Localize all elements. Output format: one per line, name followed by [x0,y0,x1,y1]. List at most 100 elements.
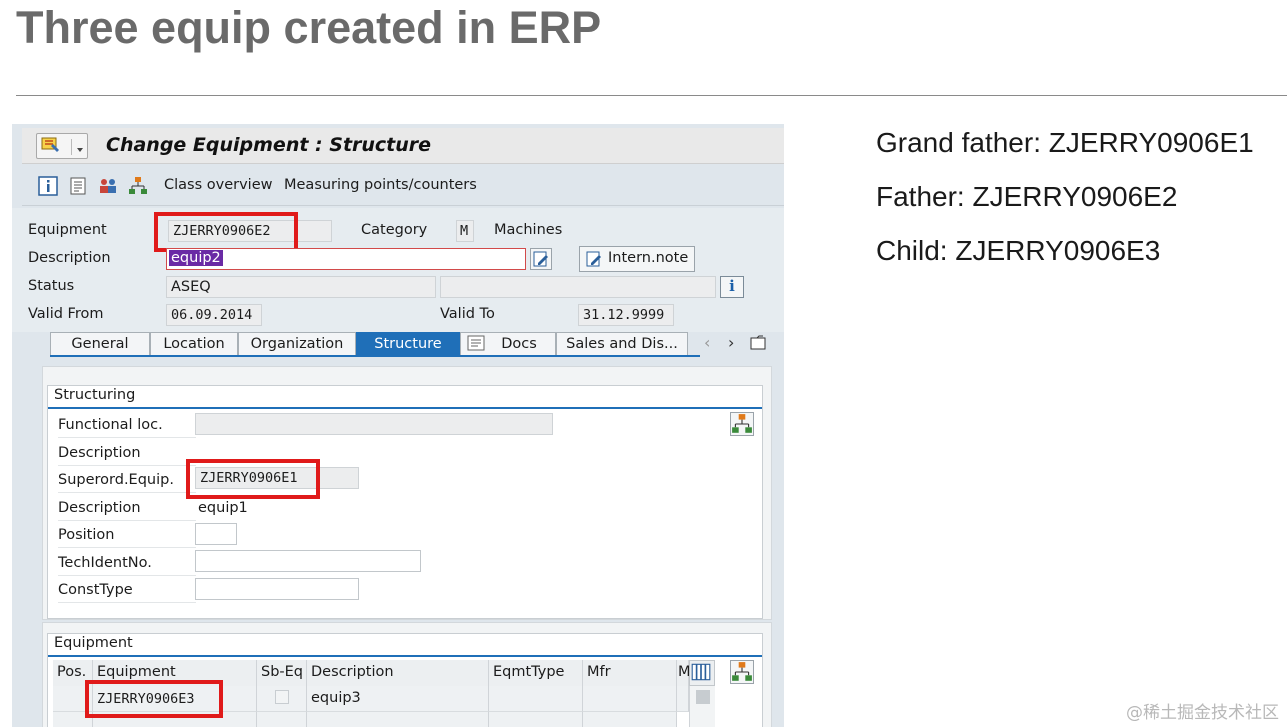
info-icon[interactable] [38,176,58,196]
tab-structure[interactable]: Structure [356,332,460,356]
hierarchy-icon [732,414,752,433]
table-row-m[interactable] [677,686,689,712]
info-icon: i [729,277,735,295]
equipment-group-divider [48,655,762,657]
position-label: Position [58,523,196,548]
scrollbar-thumb[interactable] [696,690,710,704]
table-row-empty[interactable] [257,712,307,727]
edit-text-icon [533,251,548,267]
tab-general[interactable]: General [50,332,150,356]
note-icon [586,251,601,267]
status-info-button[interactable]: i [720,276,744,298]
equipment-panel: Equipment Pos. Equipment Sb-Eq Descripti… [42,622,772,727]
group-divider [48,407,762,409]
description-field[interactable]: equip2 [166,248,526,270]
tab-underline [50,355,700,357]
measuring-points-button[interactable]: Measuring points/counters [284,177,477,193]
table-row-empty[interactable] [489,712,583,727]
table-row-eqmttype[interactable] [489,686,583,712]
table-row-mfr[interactable] [583,686,677,712]
sap-window: Change Equipment : Structure Class overv… [12,124,784,727]
sap-title-bar: Change Equipment : Structure [22,128,784,164]
note-father: Father: ZJERRY0906E2 [876,181,1178,212]
status-field: ASEQ [166,276,436,298]
status-extra-field [440,276,716,298]
column-settings-button[interactable] [689,660,715,686]
superord-description-label: Description [58,496,196,521]
superord-equip-label: Superord.Equip. [58,468,196,493]
position-field[interactable] [195,523,237,545]
structure-graphic-button-2[interactable] [730,660,754,684]
valid-from-field[interactable]: 06.09.2014 [166,304,262,326]
tab-strip: General Location Organization Structure … [50,332,784,356]
intern-note-label: Intern.note [608,250,689,266]
tab-docs[interactable]: Docs [460,332,556,356]
superord-highlight [186,459,320,499]
equipment-group-title: Equipment [54,635,133,651]
scroll-left-icon[interactable]: ‹ [704,333,710,352]
table-settings-icon [691,663,711,681]
table-row-description[interactable]: equip3 [307,686,489,712]
title-divider [16,95,1287,96]
consttype-label: ConstType [58,578,196,603]
watermark: @稀土掘金技术社区 [1126,703,1279,723]
description-label: Description [28,250,111,266]
structuring-title: Structuring [54,387,136,403]
functional-loc-field [195,413,553,435]
intern-note-button[interactable]: Intern.note [579,246,696,272]
techident-label: TechIdentNo. [58,551,196,576]
docs-icon [467,335,485,351]
superord-description-value: equip1 [198,500,248,516]
techident-field[interactable] [195,550,421,572]
category-label: Category [361,222,428,238]
equipment-header: Equipment ZJERRY0906E2 Category M Machin… [12,208,784,332]
tab-sales[interactable]: Sales and Dis... [556,332,688,356]
equipment-label: Equipment [28,222,107,238]
structure-panel: Structuring Functional loc. Description … [42,366,772,620]
col-eqmttype[interactable]: EqmtType [489,660,583,686]
chevron-down-icon [71,139,85,155]
note-child: Child: ZJERRY0906E3 [876,235,1161,266]
equipment-highlight [154,212,298,252]
functional-loc-label: Functional loc. [58,413,196,438]
tab-location[interactable]: Location [150,332,238,356]
tab-docs-label: Docs [501,336,537,352]
class-overview-button[interactable]: Class overview [164,177,272,193]
valid-from-label: Valid From [28,306,104,322]
structure-graphic-button[interactable] [730,412,754,436]
tab-organization[interactable]: Organization [238,332,356,356]
valid-to-field[interactable]: 31.12.9999 [578,304,674,326]
hierarchy-icon [732,662,752,681]
functional-loc-description-label: Description [58,441,196,466]
document-icon[interactable] [68,176,88,196]
hierarchy-icon[interactable] [128,176,148,196]
table-row-sb-eq[interactable] [257,686,307,712]
partners-icon[interactable] [98,176,118,196]
table-scrollbar[interactable] [689,686,715,727]
col-description[interactable]: Description [307,660,489,686]
structuring-group: Structuring Functional loc. Description … [47,385,763,619]
category-field[interactable]: M [456,220,474,242]
col-mfr[interactable]: Mfr [583,660,677,686]
equipment-table: Pos. Equipment Sb-Eq Description EqmtTyp… [53,660,715,727]
tab-list-icon[interactable] [750,335,768,351]
consttype-field[interactable] [195,578,359,600]
hierarchy-notes: Grand father: ZJERRY0906E1 Father: ZJERR… [876,124,1254,286]
window-title: Change Equipment : Structure [106,134,432,156]
child-equipment-highlight [85,680,223,718]
table-row-empty[interactable] [583,712,677,727]
sb-eq-checkbox[interactable] [275,690,289,704]
note-grandfather: Grand father: ZJERRY0906E1 [876,127,1254,158]
col-m[interactable]: M [677,660,691,686]
application-toolbar: Class overview Measuring points/counters [22,166,784,206]
long-text-button[interactable] [530,248,552,270]
status-label: Status [28,278,75,294]
category-text: Machines [494,222,563,238]
system-menu-button[interactable] [36,133,88,159]
menu-icon [41,137,59,152]
col-sb-eq[interactable]: Sb-Eq [257,660,307,686]
equipment-group: Equipment Pos. Equipment Sb-Eq Descripti… [47,633,763,727]
valid-to-label: Valid To [440,306,495,322]
scroll-right-icon[interactable]: › [728,333,734,352]
table-row-empty[interactable] [307,712,489,727]
